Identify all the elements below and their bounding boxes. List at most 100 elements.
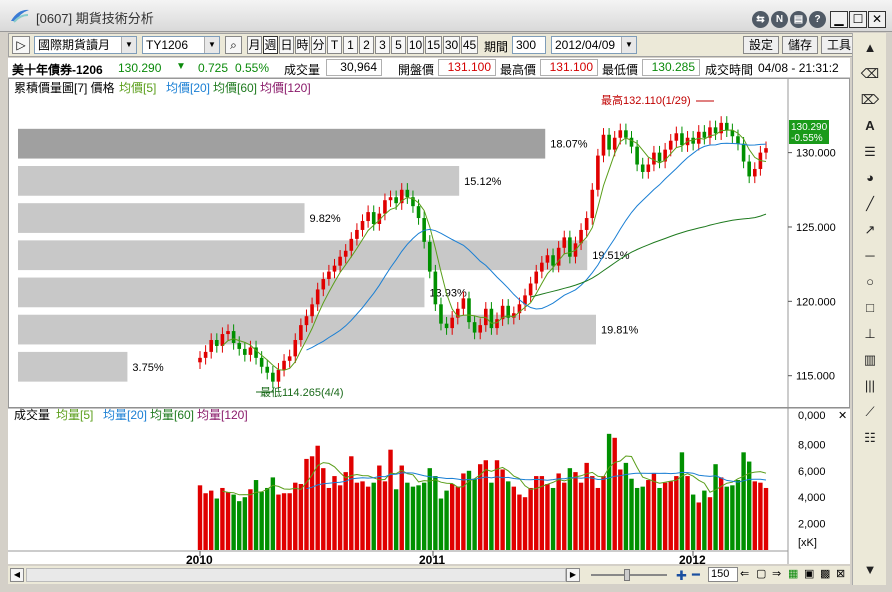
period-button-10[interactable]: 10 bbox=[407, 36, 424, 54]
minimize-button[interactable]: ▁ bbox=[830, 11, 848, 28]
volume-bar bbox=[511, 486, 517, 550]
palette-icon[interactable]: ◕ bbox=[859, 167, 881, 189]
volume-bar bbox=[332, 476, 337, 550]
forward-icon[interactable]: ⇒ bbox=[772, 567, 781, 580]
category-select[interactable]: 國際期貨讀月 ▼ bbox=[34, 36, 137, 54]
fan-icon[interactable]: ⟋ bbox=[859, 401, 881, 423]
horizontal-line-icon[interactable]: ─ bbox=[859, 245, 881, 267]
period-button-7[interactable]: 2 bbox=[359, 36, 374, 54]
volume-bar bbox=[713, 464, 718, 550]
fibonacci-icon[interactable]: ☷ bbox=[859, 427, 881, 449]
link-icon[interactable]: ⇆ bbox=[752, 11, 769, 28]
volume-profile-label: 19.81% bbox=[601, 325, 639, 337]
period-input[interactable]: 300 bbox=[512, 36, 546, 54]
volume-bar bbox=[567, 468, 573, 550]
candle-body bbox=[338, 256, 342, 266]
x-tick-label: 2011 bbox=[419, 553, 445, 564]
period-button-13[interactable]: 45 bbox=[461, 36, 478, 54]
help-icon[interactable]: ? bbox=[809, 11, 826, 28]
scroll-left-icon[interactable]: ◀ bbox=[10, 568, 24, 582]
play-icon[interactable]: ▷ bbox=[12, 36, 30, 54]
window-title: [0607] 期貨技術分析 bbox=[36, 11, 154, 26]
price-tag: 130.290 bbox=[791, 122, 828, 133]
period-button-0[interactable]: 月 bbox=[247, 36, 262, 54]
line-icon[interactable]: ╱ bbox=[859, 193, 881, 215]
volume-bar bbox=[483, 460, 489, 550]
rectangle-icon[interactable]: □ bbox=[859, 297, 881, 319]
settings-button[interactable]: 設定 bbox=[743, 36, 779, 54]
volume-bar bbox=[242, 497, 248, 550]
volume-bar bbox=[371, 482, 376, 550]
candle-body bbox=[226, 331, 230, 335]
period-button-6[interactable]: 1 bbox=[343, 36, 358, 54]
volume-bar bbox=[522, 497, 528, 550]
scroll-right-icon[interactable]: ▶ bbox=[566, 568, 580, 582]
period-button-5[interactable]: T bbox=[327, 36, 342, 54]
candle-body bbox=[528, 283, 533, 296]
period-button-4[interactable]: 分 bbox=[311, 36, 326, 54]
period-button-2[interactable]: 日 bbox=[279, 36, 294, 54]
maximize-button[interactable]: ☐ bbox=[849, 11, 867, 28]
ruler-icon[interactable]: ⊥ bbox=[859, 323, 881, 345]
scroll-up-icon[interactable]: ▲ bbox=[859, 37, 881, 59]
candle-body bbox=[764, 148, 768, 153]
price-volume-chart[interactable]: 累積價量圖[7] 價格 均價[5] 均價[20] 均價[60] 均價[120] 18.07… bbox=[8, 78, 850, 567]
candle-body bbox=[433, 271, 438, 305]
candle-body bbox=[534, 271, 539, 284]
news-icon[interactable]: N bbox=[771, 11, 788, 28]
volume-bar bbox=[674, 476, 679, 550]
period-button-12[interactable]: 30 bbox=[443, 36, 460, 54]
volume-bar bbox=[365, 486, 371, 550]
period-button-8[interactable]: 3 bbox=[375, 36, 390, 54]
drawing-tools: ▲ ⌫ ⌦ A ☰ ◕ ╱ ↗ ─ ○ □ ⊥ ▥ ||| ⟋ ☷ ▼ bbox=[852, 33, 886, 585]
period-button-1[interactable]: 週 bbox=[263, 36, 278, 54]
arrow-icon[interactable]: ⇐ bbox=[740, 567, 749, 580]
circle-icon[interactable]: ○ bbox=[859, 271, 881, 293]
save-button[interactable]: 儲存 bbox=[782, 36, 818, 54]
candle-body bbox=[724, 122, 729, 131]
volume-bar bbox=[612, 437, 617, 550]
zoom-in-icon[interactable]: ✚ bbox=[676, 568, 687, 584]
volume-bar bbox=[494, 460, 500, 550]
volume-bar bbox=[724, 486, 729, 550]
scroll-down-icon[interactable]: ▼ bbox=[859, 559, 881, 581]
candle-body bbox=[439, 304, 443, 324]
clear-all-icon[interactable]: ⌦ bbox=[859, 89, 881, 111]
print-icon[interactable]: ▤ bbox=[790, 11, 807, 28]
scroll-track[interactable] bbox=[26, 568, 566, 582]
candle-body bbox=[371, 212, 376, 224]
period-button-3[interactable]: 時 bbox=[295, 36, 310, 54]
text-icon[interactable]: A bbox=[859, 115, 881, 137]
candle-body bbox=[747, 161, 751, 177]
zoom-slider-handle[interactable] bbox=[624, 569, 630, 581]
candle-body bbox=[545, 255, 550, 263]
time-label: 成交時間 bbox=[705, 63, 754, 77]
volume-bar bbox=[293, 482, 298, 550]
symbol-select[interactable]: TY1206 ▼ bbox=[142, 36, 220, 54]
eraser-icon[interactable]: ⌫ bbox=[859, 63, 881, 85]
date-select[interactable]: 2012/04/09 ▼ bbox=[551, 36, 637, 54]
save-icon[interactable]: ▣ bbox=[804, 567, 814, 580]
bar-histogram-icon[interactable]: ▥ bbox=[859, 349, 881, 371]
close-button[interactable]: ✕ bbox=[868, 11, 886, 28]
period-button-11[interactable]: 15 bbox=[425, 36, 442, 54]
image-icon[interactable]: ▩ bbox=[820, 567, 830, 580]
volume-bar bbox=[707, 497, 713, 550]
period-button-9[interactable]: 5 bbox=[391, 36, 406, 54]
vertical-lines-icon[interactable]: ||| bbox=[859, 375, 881, 397]
horizontal-lines-icon[interactable]: ☰ bbox=[859, 141, 881, 163]
candle-body bbox=[343, 250, 348, 257]
excel-icon[interactable]: ▦ bbox=[788, 567, 798, 580]
zoom-input[interactable]: 150 bbox=[708, 567, 738, 582]
candle-body bbox=[607, 134, 611, 150]
zoom-out-icon[interactable]: ━ bbox=[692, 567, 700, 583]
chart-panel[interactable]: 累積價量圖[7] 價格 均價[5] 均價[20] 均價[60] 均價[120] 18.07… bbox=[8, 78, 850, 567]
arrow-line-icon[interactable]: ↗ bbox=[859, 219, 881, 241]
square-icon[interactable]: ▢ bbox=[756, 567, 766, 580]
volume-bar bbox=[449, 484, 455, 550]
chevron-down-icon: ▼ bbox=[621, 37, 636, 53]
export-icon[interactable]: ⊠ bbox=[836, 567, 845, 580]
candle-body bbox=[495, 319, 499, 329]
open-value: 131.100 bbox=[438, 59, 496, 76]
search-icon[interactable]: ⌕ bbox=[225, 36, 242, 54]
